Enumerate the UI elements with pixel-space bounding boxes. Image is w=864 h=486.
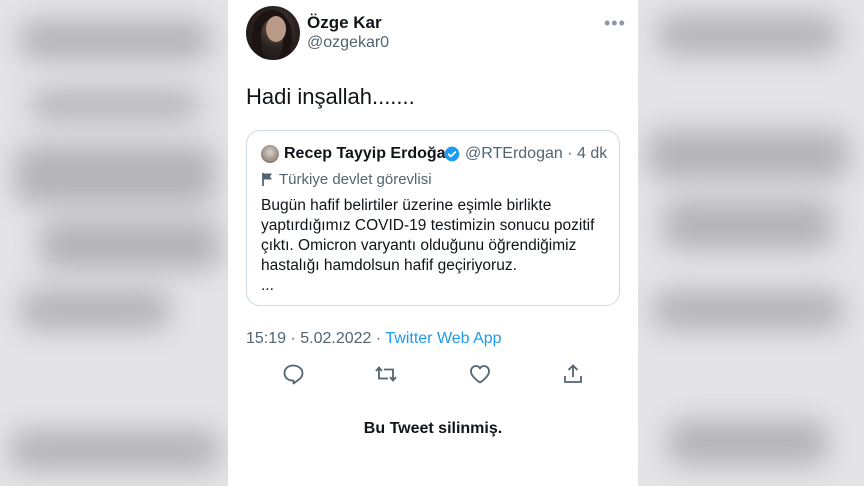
tweet-meta: 15:19 · 5.02.2022 · Twitter Web App <box>246 330 502 348</box>
share-icon[interactable] <box>561 362 585 386</box>
reply-icon[interactable] <box>281 362 305 386</box>
author-handle[interactable]: @ozgekar0 <box>307 34 389 52</box>
tweet-text: Hadi inşallah....... <box>246 84 415 109</box>
quoted-avatar[interactable] <box>261 145 279 163</box>
more-icon[interactable]: ••• <box>604 13 626 34</box>
flag-icon <box>262 173 272 186</box>
avatar[interactable] <box>246 6 300 60</box>
government-label[interactable]: Türkiye devlet görevlisi <box>279 171 432 188</box>
blurred-background-right <box>638 0 864 486</box>
retweet-icon[interactable] <box>374 362 398 386</box>
tweet-card: Özge Kar @ozgekar0 ••• Hadi inşallah....… <box>228 0 638 486</box>
quoted-text: Bugün hafif belirtiler üzerine eşimle bi… <box>261 197 595 294</box>
quoted-author-name[interactable]: Recep Tayyip Erdoğan <box>284 145 455 163</box>
deleted-notice: Bu Tweet silinmiş. <box>363 420 503 437</box>
timestamp[interactable]: 15:19 · 5.02.2022 · <box>246 330 385 347</box>
source-link[interactable]: Twitter Web App <box>385 330 501 347</box>
quoted-tweet[interactable]: Recep Tayyip Erdoğan @RTErdogan · 4 dk T… <box>246 130 620 306</box>
action-bar <box>228 362 638 388</box>
author-name[interactable]: Özge Kar <box>307 13 382 33</box>
blurred-background-left <box>0 0 228 486</box>
like-icon[interactable] <box>468 362 492 386</box>
quoted-handle-time[interactable]: @RTErdogan · 4 dk <box>465 145 607 163</box>
verified-badge-icon <box>444 146 460 162</box>
